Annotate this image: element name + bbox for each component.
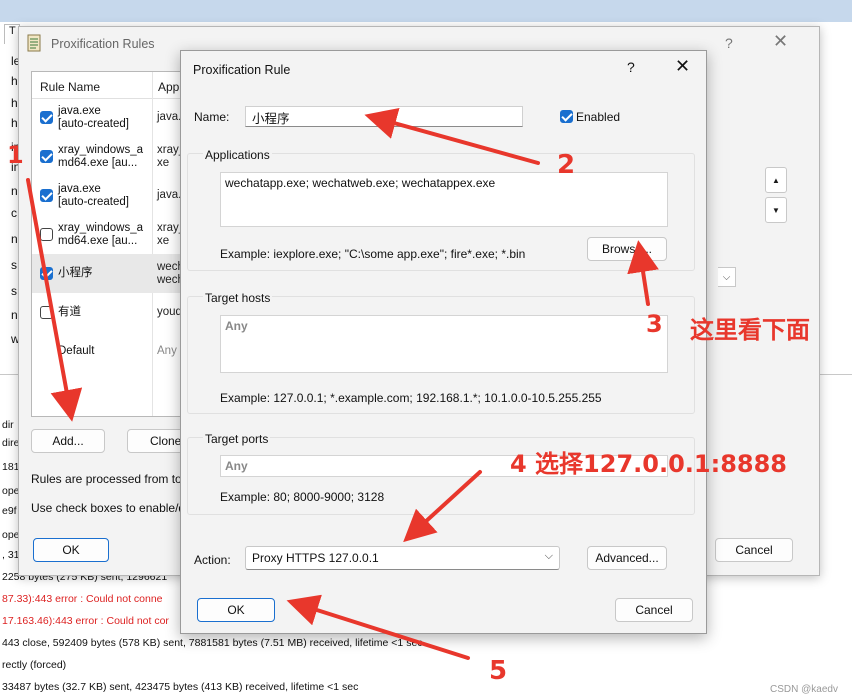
log-line: 443 close, 592409 bytes (578 KB) sent, 7…	[2, 637, 423, 649]
dialog-help-button[interactable]: ?	[627, 59, 635, 75]
rule-checkbox[interactable]	[40, 111, 53, 124]
rule-applications: Any	[157, 345, 177, 357]
target-hosts-label: Target hosts	[203, 291, 273, 305]
main-list-fragment: h	[11, 96, 18, 110]
rule-name-input[interactable]: 小程序	[245, 106, 523, 127]
rule-checkbox[interactable]	[40, 189, 53, 202]
enabled-checkbox[interactable]	[560, 110, 573, 123]
log-line: dir	[2, 419, 14, 431]
rule-name: Default	[58, 345, 95, 357]
enabled-label[interactable]: Enabled	[576, 110, 620, 124]
rule-checkbox[interactable]	[40, 150, 53, 163]
dialog-ok-button[interactable]: OK	[197, 598, 275, 622]
rule-name: xray_windows_a md64.exe [au...	[58, 222, 144, 247]
dialog-cancel-button[interactable]: Cancel	[615, 598, 693, 622]
rules-close-button[interactable]: ✕	[773, 31, 788, 52]
move-down-button[interactable]: ▼	[765, 197, 787, 223]
log-line: 87.33):443 error : Could not conne	[2, 593, 163, 605]
rule-applications: java.	[157, 189, 182, 201]
log-line: ope	[2, 485, 20, 497]
rules-cancel-button[interactable]: Cancel	[715, 538, 793, 562]
action-select[interactable]: Proxy HTTPS 127.0.0.1 ⌵	[245, 546, 560, 570]
move-up-button[interactable]: ▲	[765, 167, 787, 193]
rule-name: xray_windows_a md64.exe [au...	[58, 144, 144, 169]
main-list-fragment: h	[11, 74, 18, 88]
main-list-fragment: n	[11, 184, 18, 198]
rule-applications: java.	[157, 111, 182, 123]
rules-window-icon	[27, 34, 41, 52]
rules-help-button[interactable]: ?	[725, 35, 733, 51]
annotation-step-5: 5	[489, 656, 508, 686]
proxification-rule-dialog: Proxification Rule ? ✕ Name: 小程序 Enabled…	[180, 50, 707, 634]
rules-ok-button[interactable]: OK	[33, 538, 109, 562]
rules-order-note: Rules are processed from top	[31, 472, 189, 486]
action-select-value: Proxy HTTPS 127.0.0.1	[252, 551, 379, 565]
column-header-rule-name[interactable]: Rule Name	[40, 80, 100, 94]
log-line: e9f	[2, 505, 17, 517]
hidden-combo-chevron-icon[interactable]: ⌵	[718, 267, 736, 287]
main-window-titlebar	[0, 0, 852, 22]
rule-applications: youd	[157, 306, 182, 318]
rule-name: java.exe [auto-created]	[58, 183, 129, 208]
annotation-step-3: 3	[646, 310, 663, 338]
main-list-fragment: n	[11, 232, 18, 246]
main-list-fragment: c	[11, 206, 17, 220]
add-rule-button[interactable]: Add...	[31, 429, 105, 453]
csdn-watermark: CSDN @kaedv	[770, 684, 838, 695]
rule-name: 有道	[58, 306, 81, 318]
log-line: 33487 bytes (32.7 KB) sent, 423475 bytes…	[2, 681, 359, 693]
log-line: dire	[2, 437, 20, 449]
chevron-down-icon: ⌵	[544, 550, 553, 562]
main-list-column: le h h h in in n c n s s n w	[0, 44, 20, 374]
name-label: Name:	[194, 110, 230, 124]
target-ports-label: Target ports	[203, 432, 271, 446]
rule-checkbox[interactable]	[40, 228, 53, 241]
browse-button[interactable]: Browse...	[587, 237, 667, 261]
rule-checkbox[interactable]	[40, 267, 53, 280]
action-label: Action:	[194, 553, 231, 567]
main-list-fragment: s	[11, 284, 17, 298]
dialog-close-button[interactable]: ✕	[675, 56, 690, 77]
log-line: ope	[2, 529, 20, 541]
applications-label: Applications	[203, 148, 272, 162]
target-ports-example: Example: 80; 8000-9000; 3128	[220, 490, 385, 504]
annotation-step-1: 1	[7, 141, 24, 169]
rule-name: java.exe [auto-created]	[58, 105, 129, 130]
rule-name: 小程序	[58, 267, 93, 279]
target-hosts-textarea[interactable]: Any	[220, 315, 668, 373]
rule-checkbox[interactable]	[40, 306, 53, 319]
applications-textarea[interactable]: wechatapp.exe; wechatweb.exe; wechatappe…	[220, 172, 668, 227]
main-list-fragment: h	[11, 116, 18, 130]
rules-window-title: Proxification Rules	[51, 37, 155, 51]
applications-example: Example: iexplore.exe; "C:\some app.exe"…	[220, 247, 526, 261]
annotation-step-3-text: 这里看下面	[690, 316, 810, 344]
target-hosts-example: Example: 127.0.0.1; *.example.com; 192.1…	[220, 391, 602, 405]
rules-checkbox-note: Use check boxes to enable/d	[31, 501, 186, 515]
annotation-step-2: 2	[557, 150, 576, 180]
main-list-fragment: n	[11, 308, 18, 322]
log-line: rectly (forced)	[2, 659, 67, 671]
advanced-button[interactable]: Advanced...	[587, 546, 667, 570]
dialog-title: Proxification Rule	[193, 63, 291, 77]
log-line: 17.163.46):443 error : Could not cor	[2, 615, 169, 627]
annotation-step-4: 4 选择127.0.0.1:8888	[510, 450, 787, 478]
log-line: , 31	[2, 549, 20, 561]
main-list-fragment: s	[11, 258, 17, 272]
